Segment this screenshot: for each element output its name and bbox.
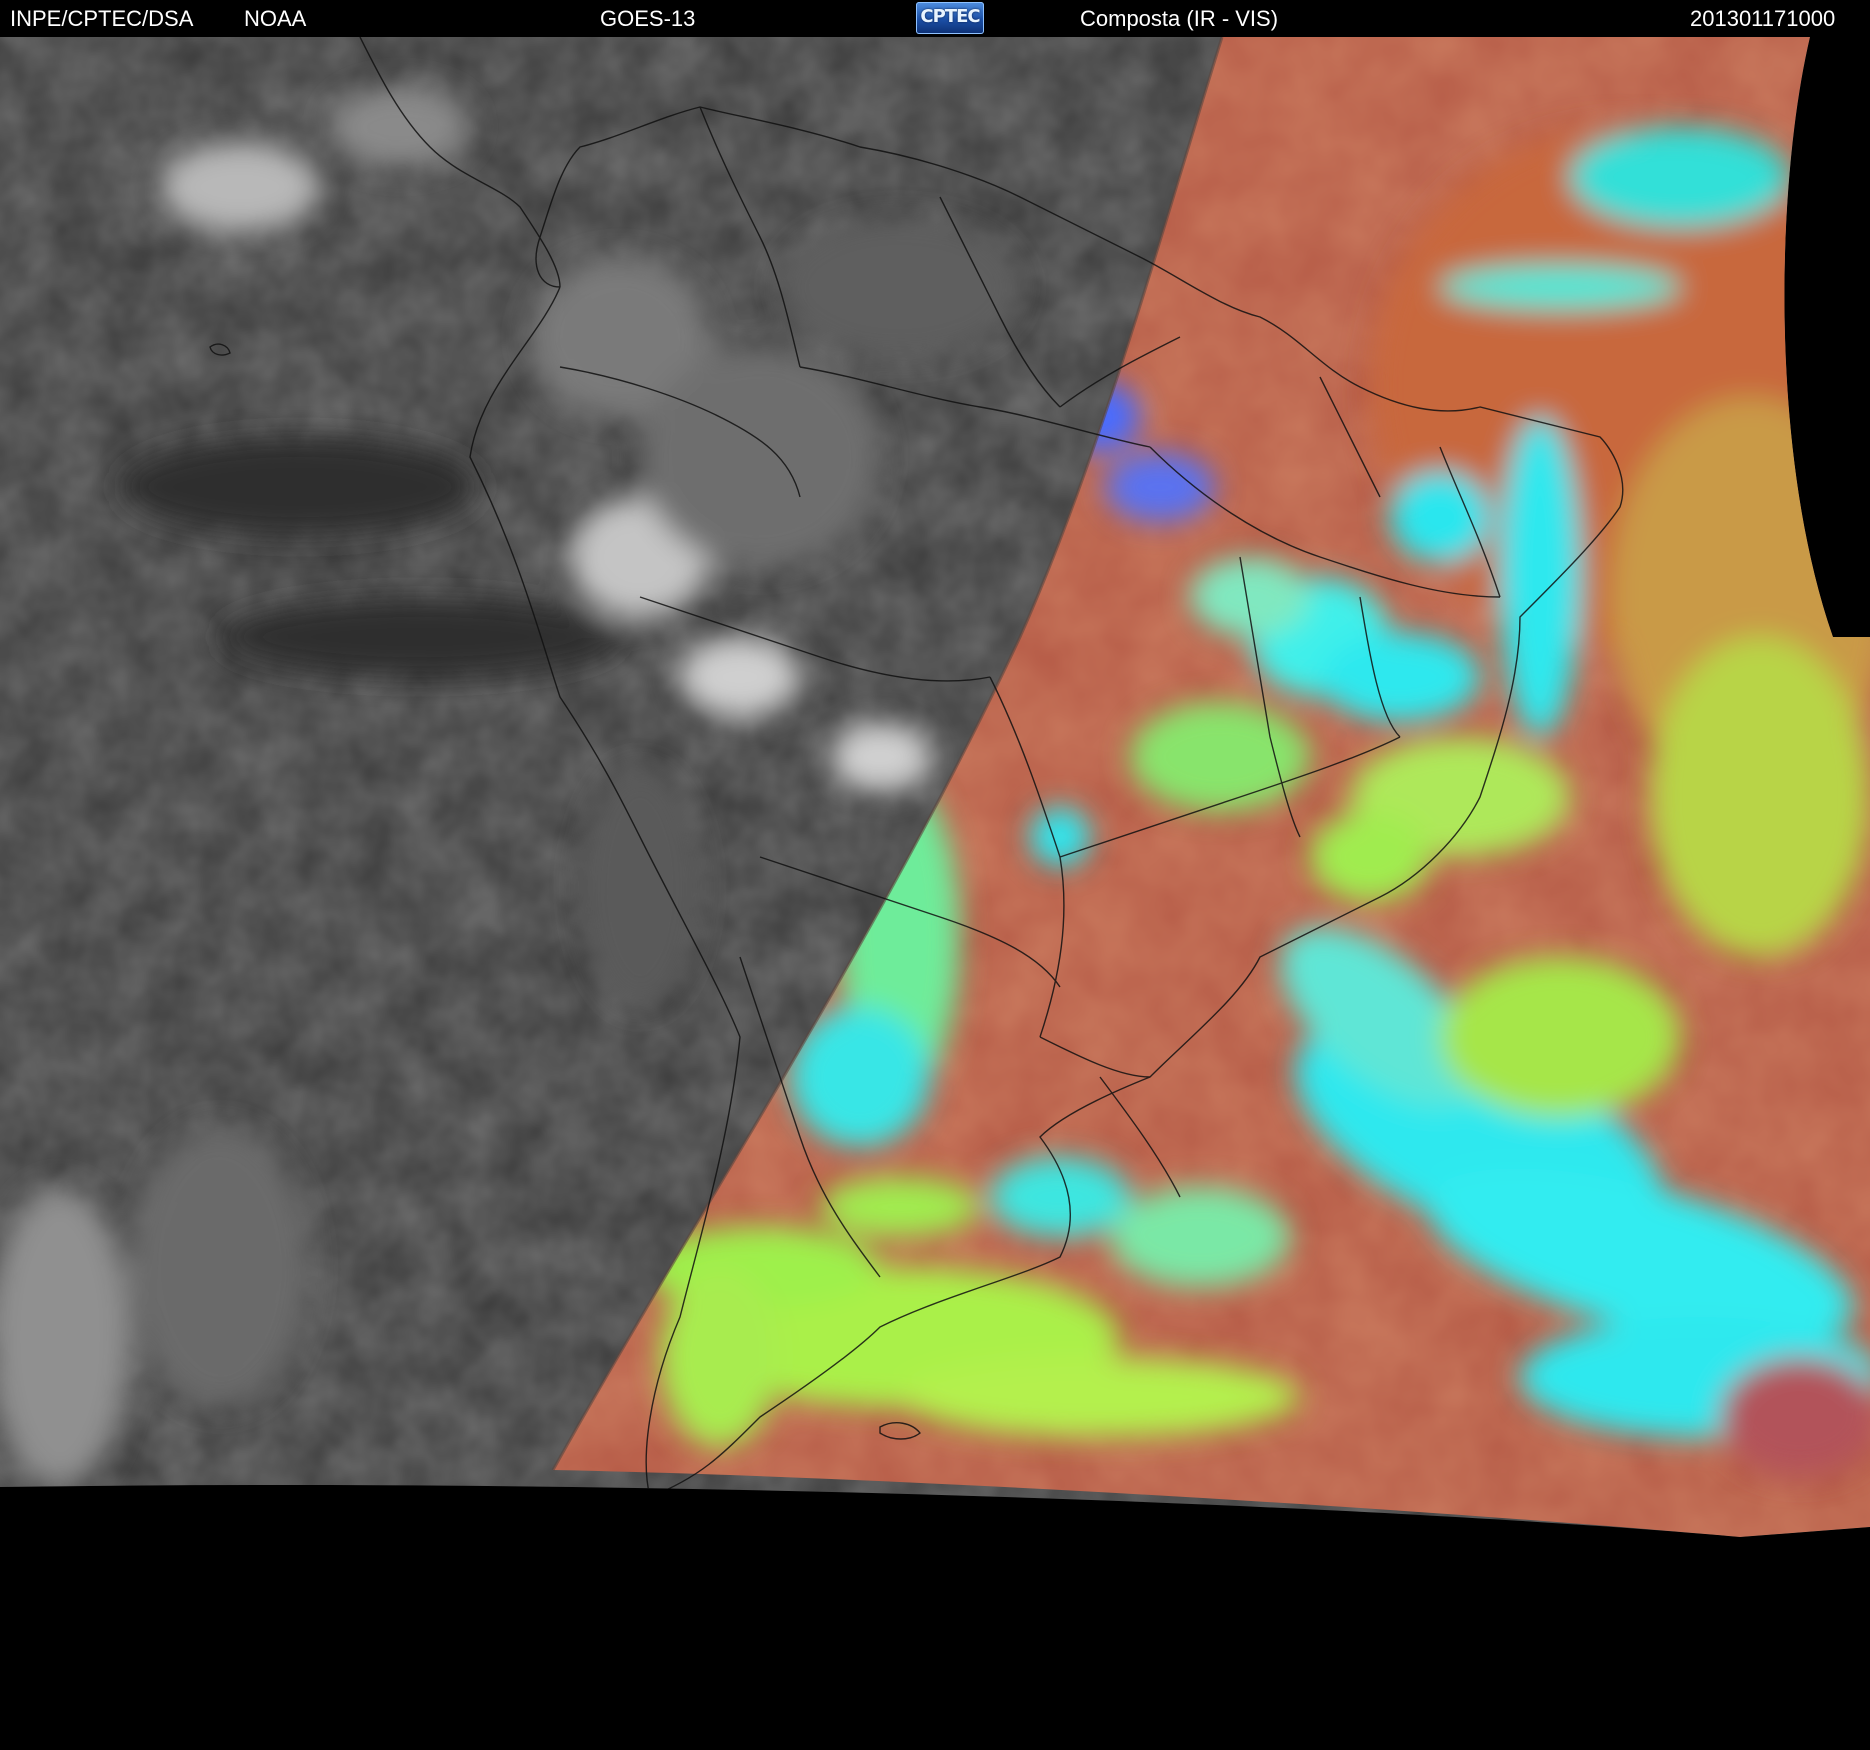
organization-label: INPE/CPTEC/DSA — [10, 6, 194, 31]
satellite-label: GOES-13 — [600, 6, 696, 31]
satellite-map-svg — [0, 37, 1870, 1537]
image-header: INPE/CPTEC/DSA NOAA GOES-13 CPTEC Compos… — [0, 0, 1870, 37]
product-label: Composta (IR - VIS) — [1080, 6, 1279, 31]
earth-disk — [0, 37, 1870, 1537]
cptec-logo-text: CPTEC — [920, 6, 980, 27]
agency-label: NOAA — [244, 6, 307, 31]
satellite-map — [0, 37, 1870, 1750]
satellite-image-page: INPE/CPTEC/DSA NOAA GOES-13 CPTEC Compos… — [0, 0, 1870, 1750]
timestamp-label: 201301171000 — [1690, 6, 1836, 31]
cptec-logo: CPTEC — [916, 2, 984, 34]
